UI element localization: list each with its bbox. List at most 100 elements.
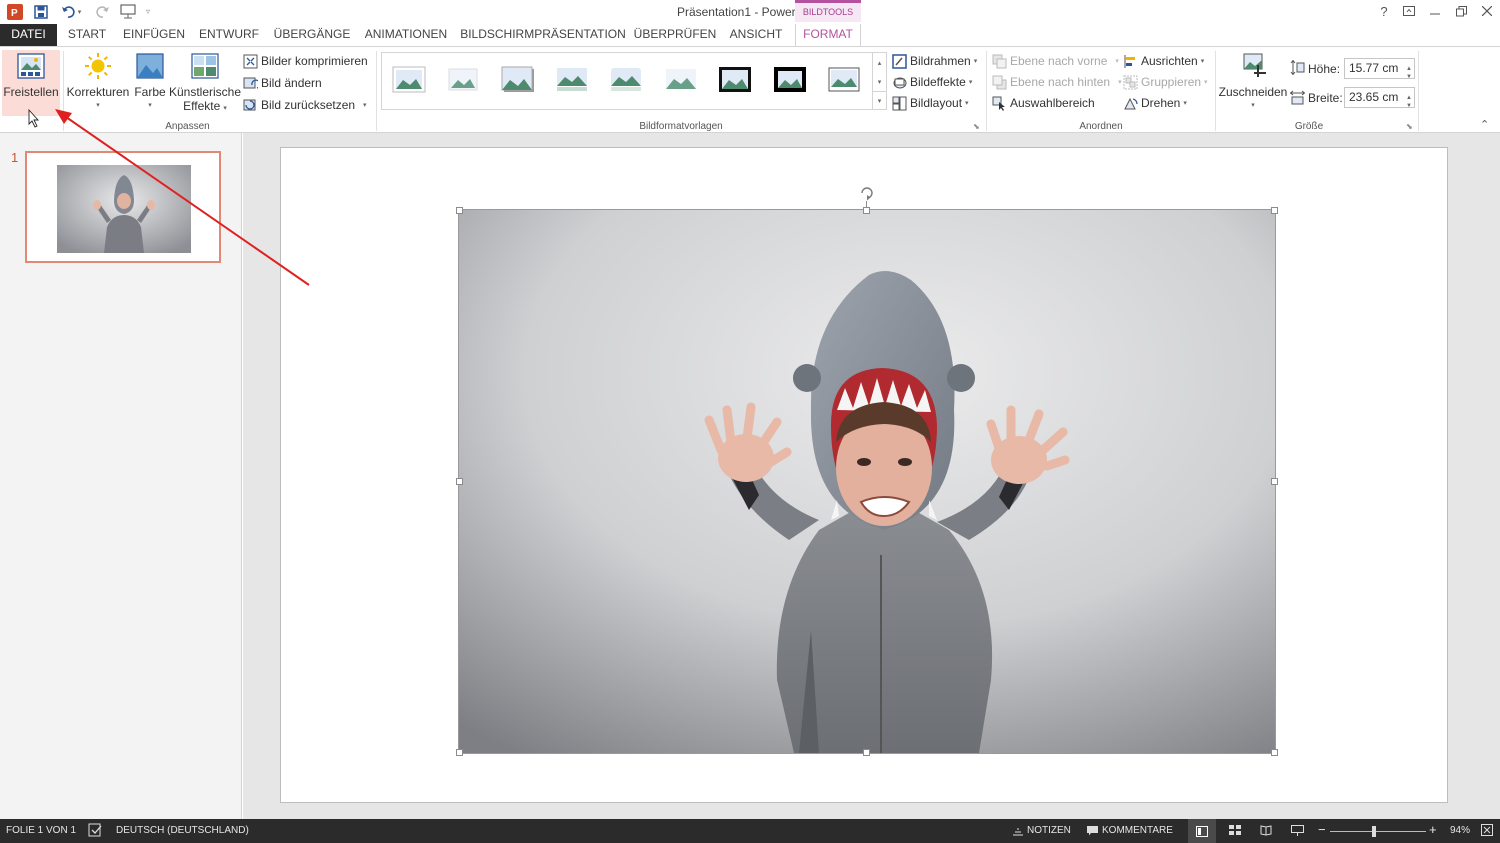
resize-handle-bottom[interactable]: [863, 749, 870, 756]
zoom-level[interactable]: 94%: [1450, 825, 1470, 836]
tab-entwurf[interactable]: ENTWURF: [194, 24, 264, 46]
bild-aendern-button[interactable]: Bild ändern: [243, 74, 322, 92]
picture-style-oval[interactable]: [664, 66, 698, 93]
ebene-nach-vorne-button[interactable]: Ebene nach vorne ▾: [992, 52, 1119, 70]
group-separator: [376, 51, 377, 131]
picture-style-soft-edge[interactable]: [446, 66, 480, 93]
minimize-icon[interactable]: [1423, 2, 1447, 20]
tab-format[interactable]: FORMAT: [795, 24, 861, 46]
language[interactable]: DEUTSCH (DEUTSCHLAND): [116, 825, 249, 836]
breite-input[interactable]: 23.65 cm ▲ ▼: [1344, 87, 1415, 109]
slide-thumbnail-picture: [57, 165, 191, 253]
tab-ansicht[interactable]: ANSICHT: [722, 24, 790, 46]
slide-info[interactable]: FOLIE 1 VON 1: [6, 825, 76, 836]
picture-layout-icon: [892, 96, 907, 110]
slide[interactable]: [280, 147, 1448, 803]
zuschneiden-button[interactable]: Zuschneiden ▾: [1218, 49, 1288, 113]
picture-style-shadow[interactable]: [501, 66, 535, 93]
bildrahmen-label: Bildrahmen: [910, 54, 971, 68]
bildformatvorlagen-dialog-launcher-icon[interactable]: ⬊: [973, 122, 980, 131]
gallery-scroll-up-icon[interactable]: ▴: [872, 53, 886, 72]
picture-style-reflected[interactable]: [555, 66, 589, 93]
farbe-label: Farbe: [134, 85, 166, 99]
tab-einfuegen[interactable]: EINFÜGEN: [118, 24, 190, 46]
notes-button[interactable]: NOTIZEN: [1012, 825, 1071, 836]
zoom-out-icon[interactable]: −: [1318, 822, 1326, 837]
freistellen-button[interactable]: Freistellen: [2, 49, 60, 99]
bildeffekte-button[interactable]: Bildeffekte ▾: [892, 73, 972, 91]
picture-style-simple-frame[interactable]: [392, 66, 426, 93]
fit-slide-to-window-icon[interactable]: [1481, 824, 1493, 836]
selected-picture-shark-costume-kid[interactable]: [458, 209, 1276, 754]
bilder-komprimieren-button[interactable]: Bilder komprimieren: [243, 52, 368, 70]
rotate-handle-icon[interactable]: [859, 185, 875, 201]
resize-handle-top-right[interactable]: [1271, 207, 1278, 214]
tab-bildschirmpraesentation[interactable]: BILDSCHIRMPRÄSENTATION: [458, 24, 628, 46]
tab-datei[interactable]: DATEI: [0, 24, 57, 46]
gallery-scroll-down-icon[interactable]: ▾: [872, 72, 886, 91]
comments-button[interactable]: KOMMENTARE: [1086, 825, 1173, 836]
picture-style-rounded[interactable]: [609, 66, 643, 93]
resize-handle-top[interactable]: [863, 207, 870, 214]
spellcheck-icon[interactable]: [88, 823, 103, 837]
resize-handle-right[interactable]: [1271, 478, 1278, 485]
zoom-in-icon[interactable]: +: [1429, 822, 1437, 837]
breite-spin-down-icon[interactable]: ▼: [1406, 97, 1412, 116]
slideshow-view-icon[interactable]: [1291, 825, 1304, 836]
ribbon-display-options-icon[interactable]: [1397, 2, 1421, 20]
zoom-slider[interactable]: [1330, 831, 1426, 832]
resize-handle-left[interactable]: [456, 478, 463, 485]
bildlayout-button[interactable]: Bildlayout ▾: [892, 94, 969, 112]
tab-start[interactable]: START: [60, 24, 114, 46]
bild-zuruecksetzen-button[interactable]: Bild zurücksetzen ▾: [243, 96, 367, 114]
hoehe-input[interactable]: 15.77 cm ▲ ▼: [1344, 58, 1415, 80]
farbe-button[interactable]: Farbe ▾: [132, 49, 168, 113]
background-removal-icon: [17, 53, 45, 79]
ebene-nach-hinten-button[interactable]: Ebene nach hinten ▾: [992, 73, 1122, 91]
tab-animationen[interactable]: ANIMATIONEN: [358, 24, 454, 46]
bild-zuruecksetzen-chevron-down-icon[interactable]: ▾: [363, 101, 367, 109]
resize-handle-bottom-right[interactable]: [1271, 749, 1278, 756]
groesse-dialog-launcher-icon[interactable]: ⬊: [1406, 122, 1413, 131]
artistic-effects-icon: [191, 53, 219, 79]
group-separator: [986, 51, 987, 131]
picture-style-thin-frame[interactable]: [827, 66, 861, 93]
reading-view-icon[interactable]: [1260, 825, 1272, 836]
normal-view-icon[interactable]: [1188, 819, 1216, 843]
bildrahmen-button[interactable]: Bildrahmen ▾: [892, 52, 977, 70]
picture-styles-gallery[interactable]: ▴ ▾ ▾: [381, 52, 887, 110]
resize-handle-bottom-left[interactable]: [456, 749, 463, 756]
korrekturen-chevron-down-icon: ▾: [96, 102, 100, 109]
help-icon[interactable]: ?: [1372, 2, 1396, 20]
ausrichten-button[interactable]: Ausrichten ▾: [1123, 52, 1204, 70]
tab-ueberpruefen[interactable]: ÜBERPRÜFEN: [632, 24, 718, 46]
bildlayout-label: Bildlayout: [910, 96, 963, 110]
gallery-more-icon[interactable]: ▾: [872, 91, 886, 110]
resize-handle-top-left[interactable]: [456, 207, 463, 214]
collapse-ribbon-icon[interactable]: ⌃: [1480, 118, 1489, 131]
selection-pane-icon: [992, 96, 1005, 111]
hoehe-spin-down-icon[interactable]: ▼: [1406, 68, 1412, 87]
send-backward-icon: [992, 75, 1007, 89]
restore-icon[interactable]: [1449, 2, 1473, 20]
tab-uebergaenge[interactable]: ÜBERGÄNGE: [268, 24, 356, 46]
notes-label: NOTIZEN: [1027, 825, 1071, 836]
auswahlbereich-button[interactable]: Auswahlbereich: [992, 94, 1095, 112]
picture-style-black-frame[interactable]: [773, 66, 807, 93]
gruppieren-button[interactable]: Gruppieren ▾: [1123, 73, 1208, 91]
slide-editing-canvas: [243, 133, 1500, 819]
reset-picture-icon: [243, 99, 256, 110]
group-separator: [1418, 51, 1419, 131]
group-icon: [1123, 75, 1138, 89]
breite-value: 23.65 cm: [1349, 90, 1399, 104]
kuenstlerische-effekte-button[interactable]: Künstlerische Effekte ▾: [169, 49, 241, 116]
picture-style-thick-black-frame[interactable]: [718, 66, 752, 93]
gruppieren-label: Gruppieren: [1141, 75, 1202, 89]
close-icon[interactable]: [1475, 2, 1499, 20]
zoom-slider-thumb[interactable]: [1372, 826, 1376, 837]
slide-sorter-view-icon[interactable]: [1229, 825, 1241, 836]
drehen-button[interactable]: Drehen ▾: [1123, 94, 1187, 112]
picture-effects-icon: [893, 77, 907, 88]
slide-thumbnail[interactable]: [25, 151, 221, 263]
korrekturen-button[interactable]: Korrekturen ▾: [66, 49, 130, 113]
